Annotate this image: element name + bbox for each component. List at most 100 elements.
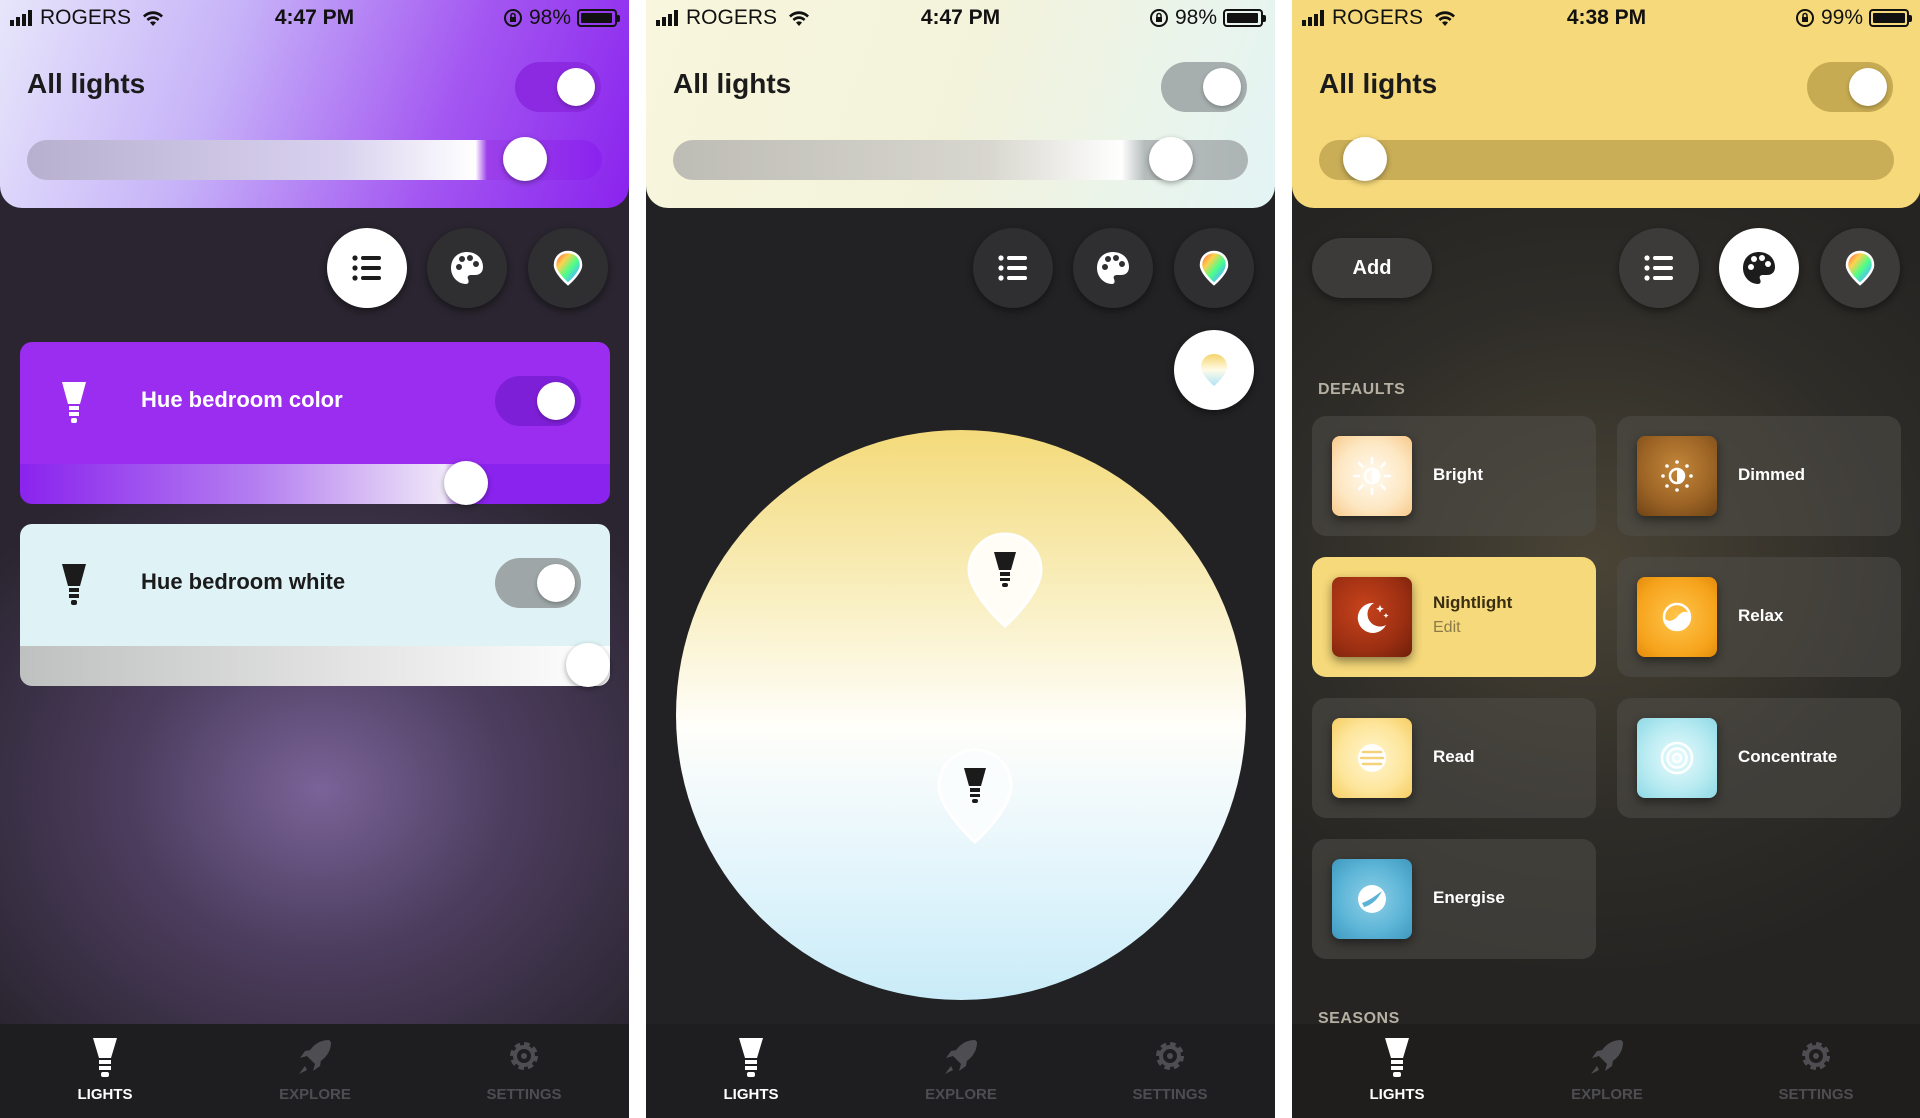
- list-icon: [998, 255, 1027, 281]
- status-right: 99%: [1795, 6, 1912, 30]
- tab-label: SETTINGS: [486, 1086, 562, 1103]
- rotation-lock-icon: [1149, 9, 1168, 27]
- scenes-button[interactable]: [427, 228, 507, 308]
- all-lights-brightness-slider[interactable]: [673, 137, 1248, 181]
- white-temperature-icon: [1201, 354, 1227, 386]
- status-bar: ROGERS 4:47 PM 98%: [0, 0, 629, 36]
- all-lights-brightness-slider[interactable]: [27, 137, 602, 181]
- read-icon: [1358, 744, 1386, 772]
- status-right: 98%: [503, 6, 620, 30]
- light-marker[interactable]: [965, 530, 1045, 630]
- toggle-knob: [537, 564, 575, 602]
- add-scene-button[interactable]: Add: [1312, 238, 1432, 298]
- light-name: Hue bedroom color: [141, 387, 343, 412]
- tab-settings[interactable]: SETTINGS: [1100, 1036, 1240, 1103]
- scenes-button[interactable]: [1719, 228, 1799, 308]
- color-picker-icon: [1845, 250, 1875, 286]
- toggle-knob: [1849, 68, 1887, 106]
- slider-thumb[interactable]: [444, 461, 488, 505]
- light-brightness-slider-white[interactable]: [20, 643, 610, 687]
- scene-name: Dimmed: [1738, 465, 1806, 484]
- scene-dimmed[interactable]: Dimmed: [1617, 416, 1901, 536]
- tab-explore[interactable]: EXPLORE: [245, 1036, 385, 1103]
- scene-thumbnail: [1332, 718, 1412, 798]
- light-toggle-color[interactable]: [495, 376, 581, 426]
- rotation-lock-icon: [1795, 9, 1814, 27]
- light-name: Hue bedroom white: [141, 569, 346, 594]
- scene-energise[interactable]: Energise: [1312, 839, 1596, 959]
- palette-icon: [1743, 252, 1775, 284]
- color-picker-button[interactable]: [1820, 228, 1900, 308]
- tab-lights[interactable]: LIGHTS: [1327, 1036, 1467, 1103]
- rocket-icon: [945, 1040, 977, 1074]
- tab-lights[interactable]: LIGHTS: [35, 1036, 175, 1103]
- color-picker-button[interactable]: [1174, 228, 1254, 308]
- tab-label: EXPLORE: [1571, 1086, 1643, 1103]
- all-lights-toggle[interactable]: [1161, 62, 1247, 112]
- status-bar: ROGERS 4:47 PM 98%: [646, 0, 1275, 36]
- battery-percent: 98%: [528, 6, 571, 29]
- tab-label: SETTINGS: [1132, 1086, 1208, 1103]
- light-marker[interactable]: [935, 746, 1015, 846]
- scene-relax[interactable]: Relax: [1617, 557, 1901, 677]
- list-view-button[interactable]: [327, 228, 407, 308]
- tab-label: LIGHTS: [77, 1086, 133, 1103]
- color-picker-icon: [1199, 250, 1229, 286]
- toggle-knob: [1203, 68, 1241, 106]
- color-picker-icon: [553, 250, 583, 286]
- slider-thumb[interactable]: [566, 643, 610, 687]
- slider-thumb[interactable]: [503, 137, 547, 181]
- all-lights-toggle[interactable]: [515, 62, 601, 112]
- scene-thumbnail: [1637, 436, 1717, 516]
- scene-edit-link[interactable]: Edit: [1433, 619, 1461, 637]
- tab-explore[interactable]: EXPLORE: [891, 1036, 1031, 1103]
- scenes-button[interactable]: [1073, 228, 1153, 308]
- gear-icon: [510, 1042, 538, 1070]
- scene-read[interactable]: Read: [1312, 698, 1596, 818]
- tab-bar: LIGHTS EXPLORE SETTINGS: [646, 1024, 1275, 1118]
- tab-settings[interactable]: SETTINGS: [1746, 1036, 1886, 1103]
- lights-list-screen: ROGERS 4:47 PM 98% All lights Hue bedroo…: [0, 0, 629, 1118]
- light-card-color[interactable]: Hue bedroom color: [20, 342, 610, 505]
- tab-label: EXPLORE: [279, 1086, 351, 1103]
- list-view-button[interactable]: [973, 228, 1053, 308]
- light-toggle-white[interactable]: [495, 558, 581, 608]
- all-lights-toggle[interactable]: [1807, 62, 1893, 112]
- tab-label: SETTINGS: [1778, 1086, 1854, 1103]
- scene-thumbnail: [1332, 436, 1412, 516]
- tab-bar: LIGHTS EXPLORE SETTINGS: [1292, 1024, 1920, 1118]
- relax-icon: [1662, 602, 1692, 632]
- list-view-button[interactable]: [1619, 228, 1699, 308]
- tab-lights[interactable]: LIGHTS: [681, 1036, 821, 1103]
- palette-icon: [451, 252, 483, 284]
- battery-icon: [1223, 9, 1266, 27]
- all-lights-header: ROGERS 4:47 PM 98% All lights: [0, 0, 629, 208]
- white-temperature-button[interactable]: [1174, 330, 1254, 410]
- scene-nightlight[interactable]: Nightlight Edit: [1312, 557, 1596, 677]
- rocket-icon: [1591, 1040, 1623, 1074]
- tab-settings[interactable]: SETTINGS: [454, 1036, 594, 1103]
- color-picker-button[interactable]: [528, 228, 608, 308]
- list-icon: [352, 255, 381, 281]
- gear-icon: [1156, 1042, 1184, 1070]
- bulb-icon: [93, 1038, 117, 1077]
- all-lights-brightness-slider[interactable]: [1319, 137, 1894, 181]
- slider-thumb[interactable]: [1149, 137, 1193, 181]
- slider-thumb[interactable]: [1343, 137, 1387, 181]
- scene-thumbnail: [1332, 577, 1412, 657]
- white-temperature-wheel[interactable]: [676, 430, 1246, 1000]
- tab-explore[interactable]: EXPLORE: [1537, 1036, 1677, 1103]
- battery-percent: 98%: [1174, 6, 1217, 29]
- color-picker-screen: ROGERS 4:47 PM 98% All lights LIGHTS EXP…: [646, 0, 1275, 1118]
- bulb-icon: [1385, 1038, 1409, 1077]
- scene-name: Bright: [1433, 465, 1484, 484]
- scene-bright[interactable]: Bright: [1312, 416, 1596, 536]
- scene-concentrate[interactable]: Concentrate: [1617, 698, 1901, 818]
- light-card-white[interactable]: Hue bedroom white: [20, 524, 610, 687]
- battery-icon: [1869, 9, 1912, 27]
- light-brightness-slider-color[interactable]: [20, 461, 610, 505]
- energise-icon: [1358, 885, 1386, 913]
- target-icon: [1660, 741, 1694, 775]
- page-title: All lights: [1319, 68, 1438, 99]
- status-bar: ROGERS 4:38 PM 99%: [1292, 0, 1920, 36]
